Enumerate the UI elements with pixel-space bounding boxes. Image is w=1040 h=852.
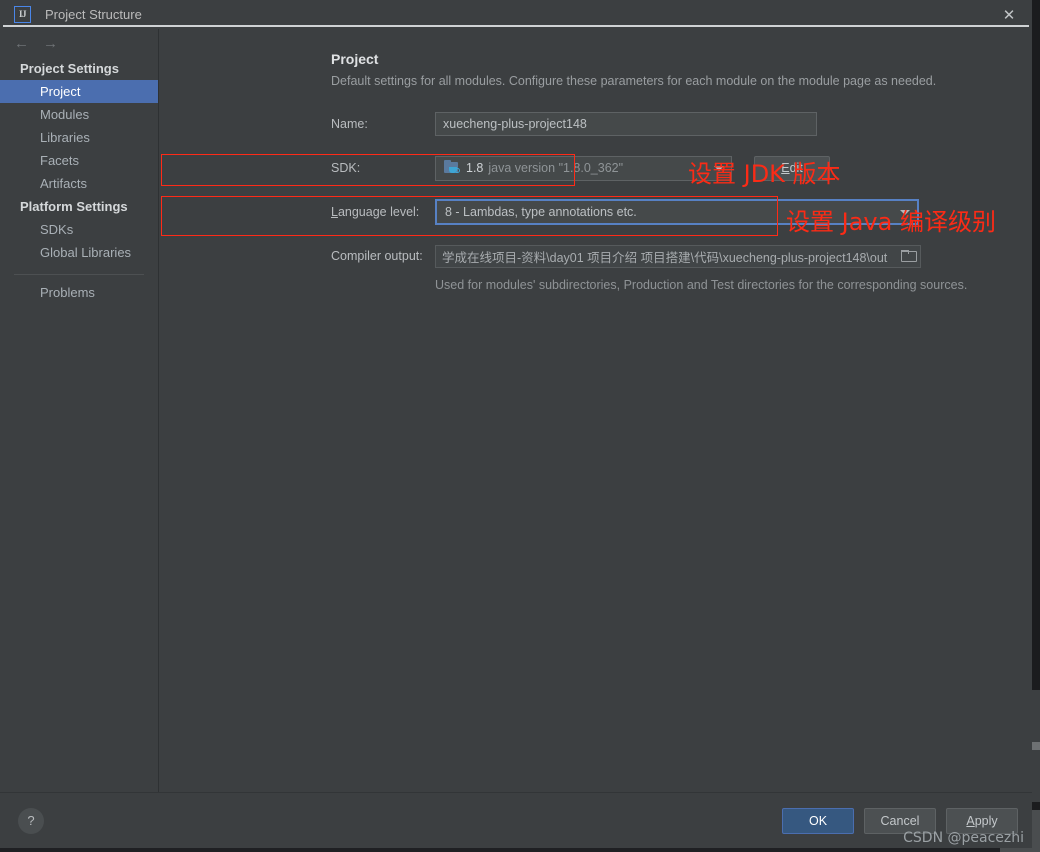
arrow-left-icon[interactable]: ← [14, 36, 29, 51]
cancel-button[interactable]: Cancel [864, 807, 936, 834]
sidebar-divider [14, 274, 144, 275]
arrow-right-icon[interactable]: → [43, 36, 58, 51]
dialog-titlebar: IJ Project Structure ✕ [0, 0, 1032, 29]
sdk-label: SDK: [331, 161, 361, 175]
compiler-output-label: Compiler output: [331, 249, 423, 263]
help-button[interactable]: ? [18, 807, 44, 834]
sidebar-item-problems[interactable]: Problems [0, 281, 158, 304]
sidebar-item-artifacts[interactable]: Artifacts [0, 172, 158, 195]
ok-button[interactable]: OK [782, 807, 854, 834]
page-title: Project [331, 51, 379, 67]
project-structure-dialog: IJ Project Structure ✕ ← → Project Setti… [0, 0, 1032, 848]
name-label: Name: [331, 117, 368, 131]
compiler-output-help-text: Used for modules' subdirectories, Produc… [435, 278, 968, 292]
navigation-arrows: ← → [0, 29, 158, 57]
sidebar-group-platform-settings: Platform Settings [20, 199, 128, 214]
page-description: Default settings for all modules. Config… [331, 74, 937, 88]
annotation-text-java: 设置 Java 编译级别 [786, 208, 996, 236]
apply-button[interactable]: Apply [946, 807, 1018, 834]
name-row: Name: xuecheng-plus-project148 [331, 110, 1032, 138]
compiler-output-row: Compiler output: 学成在线项目-资料\day01 项目介绍 项目… [331, 242, 1032, 270]
settings-sidebar: ← → Project Settings Project Modules Lib… [0, 29, 159, 792]
sidebar-item-sdks[interactable]: SDKs [0, 218, 158, 241]
content-scrollbar[interactable] [1019, 29, 1032, 792]
sdk-version-label: 1.8 [466, 161, 484, 175]
compiler-output-path: 学成在线项目-资料\day01 项目介绍 项目搭建\代码\xuecheng-pl… [442, 250, 888, 265]
sidebar-item-project[interactable]: Project [0, 80, 158, 103]
annotation-text-jdk: 设置 JDK 版本 [688, 160, 841, 188]
settings-content-panel: Project Default settings for all modules… [159, 29, 1032, 792]
jdk-icon [444, 160, 460, 175]
sidebar-item-global-libraries[interactable]: Global Libraries [0, 241, 158, 264]
close-icon[interactable]: ✕ [986, 0, 1032, 29]
sdk-description-label: java version "1.8.0_362" [488, 161, 624, 175]
project-name-input[interactable]: xuecheng-plus-project148 [435, 112, 817, 136]
compiler-output-input[interactable]: 学成在线项目-资料\day01 项目介绍 项目搭建\代码\xuecheng-pl… [435, 244, 921, 268]
sdk-row: SDK: 1.8 java version "1.8.0_362" Edit [331, 154, 1032, 182]
apply-button-label-rest: pply [974, 813, 998, 828]
dialog-action-buttons: OK Cancel Apply [782, 807, 1018, 834]
sidebar-group-project-settings: Project Settings [20, 61, 119, 76]
sidebar-item-facets[interactable]: Facets [0, 149, 158, 172]
dialog-body: ← → Project Settings Project Modules Lib… [0, 29, 1032, 792]
sidebar-item-libraries[interactable]: Libraries [0, 126, 158, 149]
dialog-title: Project Structure [45, 7, 142, 22]
folder-icon[interactable] [901, 250, 917, 262]
language-level-value: 8 - Lambdas, type annotations etc. [445, 205, 637, 219]
intellij-idea-icon: IJ [3, 6, 1029, 27]
sidebar-item-modules[interactable]: Modules [0, 103, 158, 126]
language-level-label: Language level: [331, 205, 420, 219]
dialog-footer: ? OK Cancel Apply CSDN @peacezhi [0, 792, 1032, 848]
